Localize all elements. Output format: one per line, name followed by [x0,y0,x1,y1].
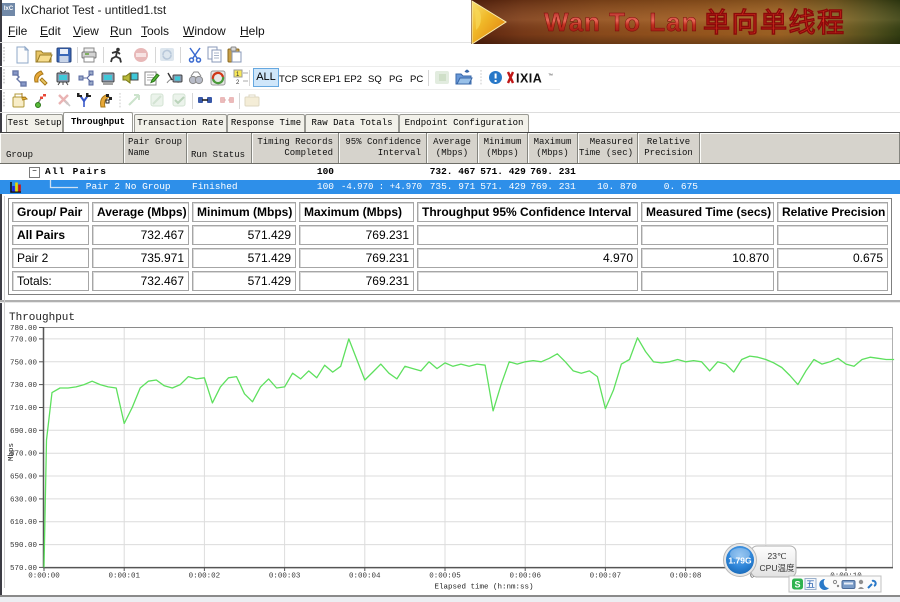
svg-text:Throughput: Throughput [9,312,75,324]
svg-text:S: S [794,580,800,590]
svg-text:690.00: 690.00 [10,428,38,436]
svg-text:770.00: 770.00 [10,336,38,344]
svg-text:Mbps: Mbps [8,443,16,461]
svg-text:0:00:00: 0:00:00 [28,573,60,581]
svg-text:0:00:05: 0:00:05 [429,573,461,581]
svg-text:0:00:06: 0:00:06 [509,573,541,581]
svg-text:0:00:02: 0:00:02 [189,573,221,581]
svg-text:650.00: 650.00 [10,474,38,482]
svg-text:五: 五 [806,580,815,590]
svg-text:750.00: 750.00 [10,359,38,367]
svg-text:630.00: 630.00 [10,496,38,504]
svg-text:0:00:04: 0:00:04 [349,573,381,581]
svg-text:Elapsed time (h:nm:ss): Elapsed time (h:nm:ss) [434,584,533,592]
svg-text:780.00: 780.00 [10,325,38,333]
svg-text:710.00: 710.00 [10,405,38,413]
svg-text:1.79G: 1.79G [728,556,752,566]
svg-text:23℃: 23℃ [767,551,786,561]
svg-text:590.00: 590.00 [10,542,38,550]
svg-text:0:00:07: 0:00:07 [590,573,622,581]
svg-text:610.00: 610.00 [10,519,38,527]
svg-text:730.00: 730.00 [10,382,38,390]
svg-text:0:00:08: 0:00:08 [670,573,702,581]
svg-text:0:00:01: 0:00:01 [108,573,140,581]
svg-text:CPU温度: CPU温度 [760,563,795,573]
svg-text:0:00:03: 0:00:03 [269,573,301,581]
